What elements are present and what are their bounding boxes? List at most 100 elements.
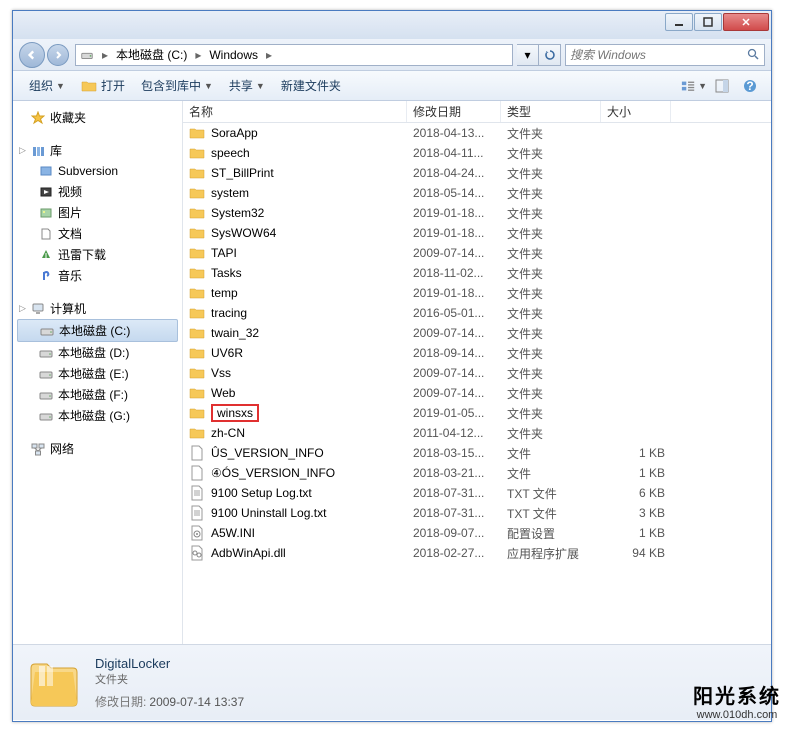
file-row[interactable]: 9100 Uninstall Log.txt2018-07-31...TXT 文…	[183, 503, 771, 523]
maximize-button[interactable]	[694, 13, 722, 31]
txt-icon	[189, 505, 205, 521]
file-row[interactable]: system2018-05-14...文件夹	[183, 183, 771, 203]
help-button[interactable]: ?	[737, 75, 763, 97]
file-row[interactable]: ÛS_VERSION_INFO2018-03-15...文件1 KB	[183, 443, 771, 463]
file-type: 文件夹	[501, 225, 601, 242]
nav-drive-item[interactable]: 本地磁盘 (G:)	[13, 405, 182, 426]
file-row[interactable]: ST_BillPrint2018-04-24...文件夹	[183, 163, 771, 183]
nav-library-item[interactable]: 迅雷下载	[13, 244, 182, 265]
network-group[interactable]: 网络	[13, 438, 182, 459]
file-list[interactable]: SoraApp2018-04-13...文件夹speech2018-04-11.…	[183, 123, 771, 644]
computer-label: 计算机	[50, 300, 86, 317]
back-button[interactable]	[19, 42, 45, 68]
column-name[interactable]: 名称	[183, 101, 407, 122]
nav-drive-item[interactable]: 本地磁盘 (F:)	[13, 384, 182, 405]
close-button[interactable]	[723, 13, 769, 31]
file-row[interactable]: speech2018-04-11...文件夹	[183, 143, 771, 163]
file-row[interactable]: temp2019-01-18...文件夹	[183, 283, 771, 303]
file-row[interactable]: System322019-01-18...文件夹	[183, 203, 771, 223]
file-row[interactable]: Tasks2018-11-02...文件夹	[183, 263, 771, 283]
open-button[interactable]: 打开	[73, 71, 133, 100]
file-row[interactable]: A5W.INI2018-09-07...配置设置1 KB	[183, 523, 771, 543]
file-row[interactable]: twain_322009-07-14...文件夹	[183, 323, 771, 343]
file-name: A5W.INI	[211, 526, 255, 540]
view-options-button[interactable]: ▼	[681, 75, 707, 97]
dll-icon	[189, 545, 205, 561]
nav-library-item[interactable]: Subversion	[13, 161, 182, 181]
file-row[interactable]: tracing2016-05-01...文件夹	[183, 303, 771, 323]
file-row[interactable]: UV6R2018-09-14...文件夹	[183, 343, 771, 363]
nav-library-item[interactable]: 文档	[13, 223, 182, 244]
column-size[interactable]: 大小	[601, 101, 671, 122]
file-type: 应用程序扩展	[501, 545, 601, 562]
drive-label: 本地磁盘 (E:)	[58, 365, 129, 382]
nav-library-item[interactable]: 音乐	[13, 265, 182, 286]
file-row[interactable]: Vss2009-07-14...文件夹	[183, 363, 771, 383]
folder-icon	[189, 145, 205, 161]
file-type: 文件夹	[501, 305, 601, 322]
file-row[interactable]: AdbWinApi.dll2018-02-27...应用程序扩展94 KB	[183, 543, 771, 563]
breadcrumb-arrow[interactable]: ▸	[98, 45, 112, 65]
include-library-menu[interactable]: 包含到库中▼	[133, 71, 221, 100]
share-menu[interactable]: 共享▼	[221, 71, 273, 100]
navigation-pane: 收藏夹 ▷库 Subversion视频图片文档迅雷下载音乐 ▷计算机 本地磁盘 …	[13, 101, 183, 644]
minimize-button[interactable]	[665, 13, 693, 31]
details-pane: DigitalLocker 文件夹 修改日期: 2009-07-14 13:37	[13, 644, 771, 720]
nav-library-item[interactable]: 视频	[13, 181, 182, 202]
file-icon	[189, 465, 205, 481]
folder-icon	[189, 165, 205, 181]
nav-drive-item[interactable]: 本地磁盘 (C:)	[17, 319, 178, 342]
preview-pane-button[interactable]	[709, 75, 735, 97]
file-row[interactable]: 9100 Setup Log.txt2018-07-31...TXT 文件6 K…	[183, 483, 771, 503]
favorites-group[interactable]: 收藏夹	[13, 107, 182, 128]
file-name: System32	[211, 206, 264, 220]
details-name: DigitalLocker	[95, 656, 244, 671]
column-date[interactable]: 修改日期	[407, 101, 501, 122]
forward-button[interactable]	[47, 44, 69, 66]
folder-icon	[189, 405, 205, 421]
folder-icon	[189, 225, 205, 241]
file-row[interactable]: zh-CN2011-04-12...文件夹	[183, 423, 771, 443]
file-type: 文件夹	[501, 165, 601, 182]
search-box[interactable]	[565, 44, 765, 66]
libraries-group[interactable]: ▷库	[13, 140, 182, 161]
nav-drive-item[interactable]: 本地磁盘 (E:)	[13, 363, 182, 384]
breadcrumb-folder[interactable]: Windows	[205, 45, 262, 65]
file-date: 2019-01-18...	[407, 206, 501, 220]
file-row[interactable]: TAPI2009-07-14...文件夹	[183, 243, 771, 263]
search-input[interactable]	[566, 48, 742, 62]
file-row[interactable]: SysWOW642019-01-18...文件夹	[183, 223, 771, 243]
nav-library-item[interactable]: 图片	[13, 202, 182, 223]
file-row[interactable]: Web2009-07-14...文件夹	[183, 383, 771, 403]
file-row[interactable]: ④ÓS_VERSION_INFO2018-03-21...文件1 KB	[183, 463, 771, 483]
folder-icon	[189, 185, 205, 201]
file-date: 2018-11-02...	[407, 266, 501, 280]
drive-label: 本地磁盘 (F:)	[58, 386, 128, 403]
organize-menu[interactable]: 组织▼	[21, 71, 73, 100]
library-item-icon	[37, 205, 55, 221]
breadcrumb-arrow[interactable]: ▸	[191, 45, 205, 65]
history-dropdown[interactable]: ▾	[517, 44, 539, 66]
breadcrumb-drive[interactable]: 本地磁盘 (C:)	[112, 45, 191, 65]
breadcrumb[interactable]: ▸ 本地磁盘 (C:) ▸ Windows ▸	[75, 44, 513, 66]
file-name: tracing	[211, 306, 247, 320]
file-size: 6 KB	[601, 486, 671, 500]
breadcrumb-arrow[interactable]: ▸	[262, 45, 276, 65]
computer-group[interactable]: ▷计算机	[13, 298, 182, 319]
file-date: 2019-01-18...	[407, 286, 501, 300]
folder-icon	[189, 245, 205, 261]
file-type: 文件夹	[501, 345, 601, 362]
txt-icon	[189, 485, 205, 501]
drive-icon	[78, 46, 96, 64]
nav-drive-item[interactable]: 本地磁盘 (D:)	[13, 342, 182, 363]
file-size: 1 KB	[601, 446, 671, 460]
file-name: ST_BillPrint	[211, 166, 274, 180]
file-type: 文件夹	[501, 285, 601, 302]
column-type[interactable]: 类型	[501, 101, 601, 122]
refresh-button[interactable]	[539, 44, 561, 66]
new-folder-button[interactable]: 新建文件夹	[273, 71, 349, 100]
explorer-window: ▸ 本地磁盘 (C:) ▸ Windows ▸ ▾ 组织▼ 打开 包含到库中▼ …	[12, 10, 772, 722]
file-row[interactable]: SoraApp2018-04-13...文件夹	[183, 123, 771, 143]
search-icon[interactable]	[742, 45, 764, 65]
file-row[interactable]: winsxs2019-01-05...文件夹	[183, 403, 771, 423]
